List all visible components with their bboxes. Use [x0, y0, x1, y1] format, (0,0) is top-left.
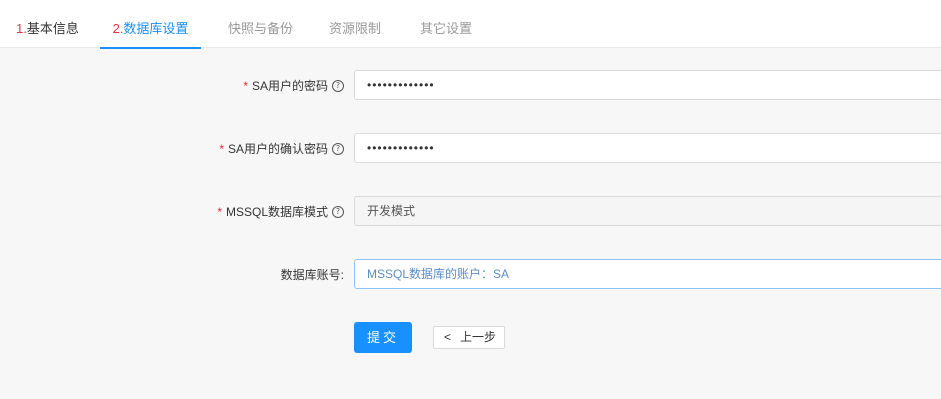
help-icon[interactable]: ?	[332, 206, 344, 218]
step-tabs: 1.基本信息 2.数据库设置 快照与备份 资源限制 其它设置	[0, 0, 941, 49]
tab-step-number: 2.	[112, 21, 124, 36]
tab-label: 数据库设置	[123, 21, 189, 36]
tab-database-settings[interactable]: 2.数据库设置	[100, 0, 201, 49]
tab-basic-info[interactable]: 1.基本信息	[16, 0, 79, 48]
db-account-field	[354, 259, 941, 289]
tab-step-number: 1.	[16, 21, 27, 36]
mssql-mode-label: * MSSQL数据库模式 ?	[217, 196, 344, 228]
required-mark: *	[219, 142, 224, 156]
mssql-mode-label-text: MSSQL数据库模式	[225, 205, 328, 219]
db-account-input[interactable]	[367, 260, 941, 288]
help-icon[interactable]: ?	[332, 80, 344, 92]
db-account-label: 数据库账号:	[280, 268, 344, 282]
help-icon[interactable]: ?	[332, 143, 344, 155]
tab-other-settings[interactable]: 其它设置	[420, 0, 472, 48]
sa-confirm-label: * SA用户的确认密码 ?	[219, 133, 344, 165]
form-row-sa-password: * SA用户的密码 ? •••••••••••••	[0, 70, 941, 102]
sa-confirm-label-text: SA用户的确认密码	[227, 142, 328, 156]
required-mark: *	[243, 79, 248, 93]
tab-snapshot-backup[interactable]: 快照与备份	[228, 0, 293, 48]
sa-confirm-password-input[interactable]: •••••••••••••	[354, 133, 941, 163]
mssql-mode-field: 开发模式	[354, 196, 941, 226]
form-row-mssql-mode: * MSSQL数据库模式 ? 开发模式	[0, 196, 941, 228]
previous-step-label: 上一步	[460, 330, 497, 344]
chevron-left-icon: <	[444, 330, 452, 344]
submit-button[interactable]: 提交	[354, 322, 412, 353]
sa-password-label: * SA用户的密码 ?	[243, 70, 344, 102]
form-row-db-account: 数据库账号:	[0, 259, 941, 291]
tab-label: 资源限制	[329, 21, 382, 36]
previous-step-button[interactable]: < 上一步	[433, 326, 505, 349]
form-row-sa-confirm: * SA用户的确认密码 ? •••••••••••••	[0, 133, 941, 165]
tab-label: 基本信息	[26, 21, 79, 36]
required-mark: *	[217, 205, 222, 219]
tab-resource-limits[interactable]: 资源限制	[329, 0, 381, 48]
tab-label: 其它设置	[420, 21, 473, 36]
sa-password-input[interactable]: •••••••••••••	[354, 70, 941, 100]
sa-password-label-text: SA用户的密码	[251, 79, 328, 93]
tab-label: 快照与备份	[228, 21, 294, 36]
